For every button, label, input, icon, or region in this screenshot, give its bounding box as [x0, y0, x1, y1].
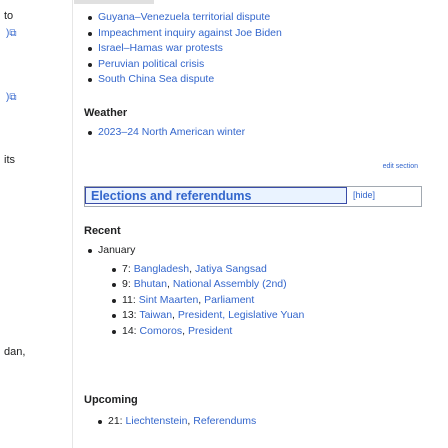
elections-header: Elections and referendums [hide]	[84, 186, 422, 207]
election-place-link[interactable]: Liechtenstein	[126, 415, 188, 427]
list-item: Peruvian political crisis	[84, 57, 448, 73]
election-row: 14: Comoros, President	[108, 324, 448, 340]
weather-heading: Weather	[84, 107, 128, 119]
upcoming-heading: Upcoming	[84, 394, 138, 406]
election-row: 13: Taiwan, President, Legislative Yuan	[108, 308, 448, 324]
ongoing-link[interactable]: Israel–Hamas war protests	[98, 42, 223, 54]
weather-link[interactable]: 2023–24 North American winter	[98, 126, 245, 138]
election-place-link[interactable]: Taiwan	[139, 309, 172, 321]
ongoing-link[interactable]: South China Sea dispute	[98, 73, 214, 85]
election-row: 11: Sint Maarten, Parliament	[108, 293, 448, 309]
list-item: Guyana–Venezuela territorial dispute	[84, 10, 448, 26]
recent-heading: Recent	[84, 225, 121, 237]
election-place-link[interactable]: Sint Maarten	[139, 294, 199, 306]
election-detail-link[interactable]: Parliament	[204, 294, 254, 306]
ongoing-link[interactable]: Peruvian political crisis	[98, 58, 204, 70]
column-divider	[72, 0, 73, 448]
weather-section: Weather 2023–24 North American winter	[84, 106, 448, 141]
external-link-icon[interactable]: )⧉	[6, 92, 16, 103]
ongoing-link[interactable]: Impeachment inquiry against Joe Biden	[98, 27, 282, 39]
month-item: January 7: Bangladesh, Jatiya Sangsad 9:…	[84, 243, 448, 339]
month-label: January	[98, 244, 136, 256]
ongoing-events-list: Guyana–Venezuela territorial dispute Imp…	[84, 10, 448, 88]
external-link-icon[interactable]: )⧉	[6, 28, 16, 39]
election-detail-link[interactable]: President	[188, 325, 232, 337]
hide-toggle[interactable]: [hide]	[353, 190, 375, 200]
list-item: South China Sea dispute	[84, 72, 448, 88]
edit-section-link[interactable]: edit section	[383, 163, 418, 170]
article-fragment: its	[4, 154, 15, 166]
election-place-link[interactable]: Bangladesh	[134, 263, 189, 275]
scroll-indicator	[74, 0, 154, 4]
upcoming-elections: Upcoming 21: Liechtenstein, Referendums	[84, 393, 448, 430]
article-fragment: dan,	[4, 346, 26, 358]
article-fragment: to	[4, 10, 14, 22]
left-article-column: to )⧉ )⧉ its dan,	[0, 0, 46, 448]
election-detail-link[interactable]: Referendums	[193, 415, 256, 427]
recent-elections: Recent January 7: Bangladesh, Jatiya San…	[84, 224, 448, 339]
election-detail-link[interactable]: Jatiya Sangsad	[195, 263, 267, 275]
election-detail-link[interactable]: National Assembly (2nd)	[173, 278, 287, 290]
election-row: 21: Liechtenstein, Referendums	[94, 414, 448, 430]
election-detail-link[interactable]: President, Legislative Yuan	[178, 309, 304, 321]
list-item: Impeachment inquiry against Joe Biden	[84, 26, 448, 42]
ongoing-link[interactable]: Guyana–Venezuela territorial dispute	[98, 11, 270, 23]
election-place-link[interactable]: Comoros	[140, 325, 183, 337]
election-row: 9: Bhutan, National Assembly (2nd)	[108, 277, 448, 293]
election-place-link[interactable]: Bhutan	[134, 278, 167, 290]
election-row: 7: Bangladesh, Jatiya Sangsad	[108, 262, 448, 278]
elections-title[interactable]: Elections and referendums	[85, 187, 347, 204]
list-item: Israel–Hamas war protests	[84, 41, 448, 57]
list-item: 2023–24 North American winter	[84, 125, 448, 141]
